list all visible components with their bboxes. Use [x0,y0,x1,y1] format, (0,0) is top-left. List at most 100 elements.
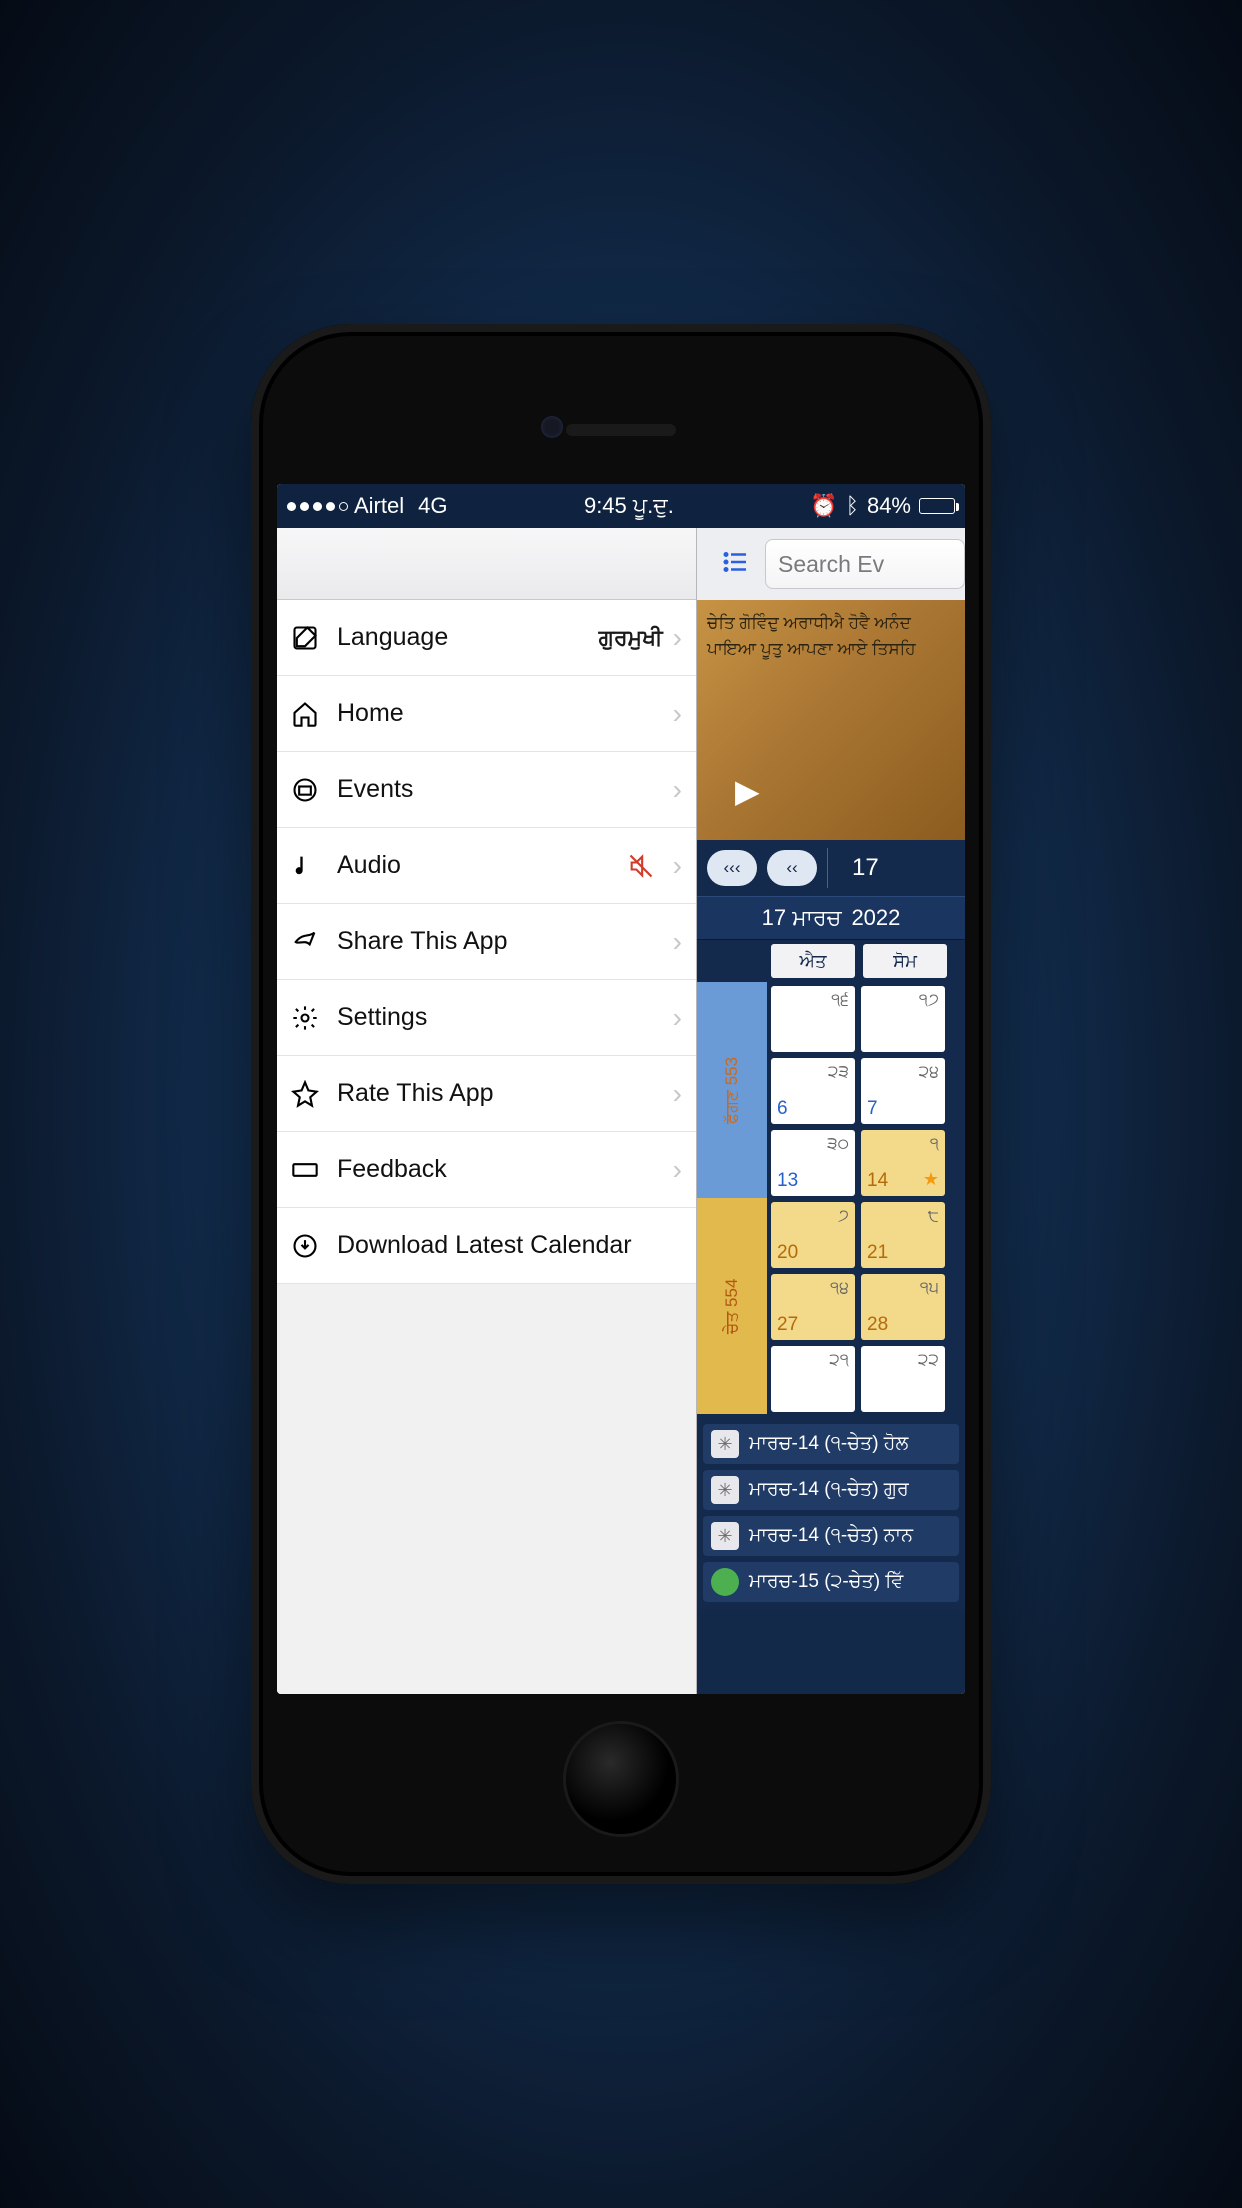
khanda-icon: ✳ [711,1430,739,1458]
download-icon [287,1232,323,1260]
event-item[interactable]: ✳ ਮਾਰਚ-14 (੧-ਚੇਤ) ਗੁਰ [703,1470,959,1510]
event-list: ✳ ਮਾਰਚ-14 (੧-ਚੇਤ) ਹੋਲ ✳ ਮਾਰਚ-14 (੧-ਚੇਤ) ਗੁਰ… [697,1416,965,1610]
menu-label: Language [337,623,599,652]
star-icon [287,1080,323,1108]
shabad-banner: ਚੇਤਿ ਗੋਵਿੰਦੁ ਅਰਾਧੀਐ ਹੋਵੈ ਅਨੰਦ ਪਾਇਆ ਪੂਤੁ … [697,600,965,840]
calendar-cell[interactable]: ੨੪7 [861,1058,945,1124]
month-label-2: ਚੇਤ 554 [697,1198,767,1414]
calendar-cell[interactable]: ੮21 [861,1202,945,1268]
main-pane: Search Ev ਚੇਤਿ ਗੋਵਿੰਦੁ ਅਰਾਧੀਐ ਹੋਵੈ ਅਨੰਦ … [697,528,965,1694]
menu-label: Rate This App [337,1079,673,1108]
gear-icon [287,1004,323,1032]
menu-item-rate[interactable]: Rate This App › [277,1056,696,1132]
menu-item-language[interactable]: Language ਗੁਰਮੁਖੀ › [277,600,696,676]
menu-label: Events [337,775,673,804]
calendar-cell[interactable]: ੧14★ [861,1130,945,1196]
edit-icon [287,624,323,652]
screen: Airtel 4G 9:45 ਪੂ.ਦੁ. ⏰ ᛒ 84% Language ਗ [277,484,965,1694]
toolbar: Search Ev [697,528,965,600]
calendar-cell[interactable]: ੧੫28 [861,1274,945,1340]
event-text: ਮਾਰਚ-14 (੧-ਚੇਤ) ਨਾਨ [749,1525,913,1547]
side-drawer: Language ਗੁਰਮੁਖੀ › Home › Events › [277,528,697,1694]
month-label-1: ਫੱਗਣ 553 [697,982,767,1198]
menu-item-events[interactable]: Events › [277,752,696,828]
calendar-cell[interactable]: ੧੪27 [771,1274,855,1340]
date-label: 17 ਮਾਰਚ [762,905,842,931]
share-icon [287,928,323,956]
menu-item-audio[interactable]: Audio › [277,828,696,904]
home-button[interactable] [566,1724,676,1834]
back-button[interactable]: ‹‹ [767,850,817,886]
menu-label: Audio [337,851,623,880]
menu-label: Feedback [337,1155,673,1184]
calendar-cell[interactable]: ੩੦13 [771,1130,855,1196]
menu-item-feedback[interactable]: Feedback › [277,1132,696,1208]
play-button[interactable]: ▶ [735,772,760,810]
menu-item-settings[interactable]: Settings › [277,980,696,1056]
menu-label: Share This App [337,927,673,956]
battery-pct: 84% [867,493,911,519]
event-text: ਮਾਰਚ-14 (੧-ਚੇਤ) ਹੋਲ [749,1433,908,1455]
calendar-cell[interactable]: ੭20 [771,1202,855,1268]
list-icon[interactable] [721,547,751,582]
date-row: 17 ਮਾਰਚ 2022 [697,896,965,940]
music-note-icon [287,852,323,880]
event-item[interactable]: ✳ ਮਾਰਚ-14 (੧-ਚੇਤ) ਨਾਨ [703,1516,959,1556]
calendar-cell[interactable]: ੨੧ [771,1346,855,1412]
dot-green-icon [711,1568,739,1596]
calendar-cell[interactable]: ੨੩6 [771,1058,855,1124]
chevron-right-icon: › [673,926,682,958]
fast-back-button[interactable]: ‹‹‹ [707,850,757,886]
phone-frame: Airtel 4G 9:45 ਪੂ.ਦੁ. ⏰ ᛒ 84% Language ਗ [251,324,991,1884]
alarm-icon: ⏰ [810,493,837,519]
calendar-grid: ਫੱਗਣ 553 ਚੇਤ 554 ੧੬੧੭੨੩6੨੪7੩੦13੧14★੭20੮2… [697,982,965,1416]
banner-line2: ਪਾਇਆ ਪੂਤੁ ਆਪਣਾ ਆਏ ਤਿਸਹਿ [707,636,955,662]
carrier-label: Airtel [354,493,404,519]
menu-item-download[interactable]: Download Latest Calendar [277,1208,696,1284]
drawer-empty [277,1284,696,1694]
menu-label: Download Latest Calendar [337,1231,682,1260]
speaker-slot [566,424,676,436]
banner-line1: ਚੇਤਿ ਗੋਵਿੰਦੁ ਅਰਾਧੀਐ ਹੋਵੈ ਅਨੰਦ [707,610,955,636]
chevron-right-icon: › [673,850,682,882]
bluetooth-icon: ᛒ [846,493,859,519]
battery-icon [919,498,955,514]
calendar-cell[interactable]: ੨੨ [861,1346,945,1412]
khanda-icon: ✳ [711,1476,739,1504]
chevron-right-icon: › [673,1154,682,1186]
menu-label: Home [337,699,673,728]
search-input[interactable]: Search Ev [765,539,965,589]
drawer-menu: Language ਗੁਰਮੁਖੀ › Home › Events › [277,600,696,1284]
keyboard-icon [287,1156,323,1184]
event-item[interactable]: ✳ ਮਾਰਚ-14 (੧-ਚੇਤ) ਹੋਲ [703,1424,959,1464]
khanda-icon: ✳ [711,1522,739,1550]
camera-dot [541,416,563,438]
signal-icon [287,502,348,511]
chevron-right-icon: › [673,1078,682,1110]
event-text: ਮਾਰਚ-14 (੧-ਚੇਤ) ਗੁਰ [749,1479,909,1501]
calendar-icon [287,776,323,804]
star-icon: ★ [923,1169,939,1190]
date-nav: ‹‹‹ ‹‹ 17 [697,840,965,896]
status-bar: Airtel 4G 9:45 ਪੂ.ਦੁ. ⏰ ᛒ 84% [277,484,965,528]
calendar-cell[interactable]: ੧੬ [771,986,855,1052]
event-text: ਮਾਰਚ-15 (੨-ਚੇਤ) ਵਿੱ [749,1571,903,1593]
chevron-right-icon: › [673,698,682,730]
mute-icon [623,852,659,880]
chevron-right-icon: › [673,622,682,654]
dow-cell: ਸੋਮ [863,944,947,978]
chevron-right-icon: › [673,1002,682,1034]
calendar-cell[interactable]: ੧੭ [861,986,945,1052]
status-time: 9:45 ਪੂ.ਦੁ. [584,493,674,519]
menu-item-home[interactable]: Home › [277,676,696,752]
search-placeholder: Search Ev [778,551,884,578]
home-icon [287,700,323,728]
drawer-header [277,528,696,600]
chevron-right-icon: › [673,774,682,806]
menu-item-share[interactable]: Share This App › [277,904,696,980]
event-item[interactable]: ਮਾਰਚ-15 (੨-ਚੇਤ) ਵਿੱ [703,1562,959,1602]
network-label: 4G [418,493,447,519]
nav-day-number: 17 [852,854,879,882]
dow-cell: ਐਤ [771,944,855,978]
menu-label: Settings [337,1003,673,1032]
